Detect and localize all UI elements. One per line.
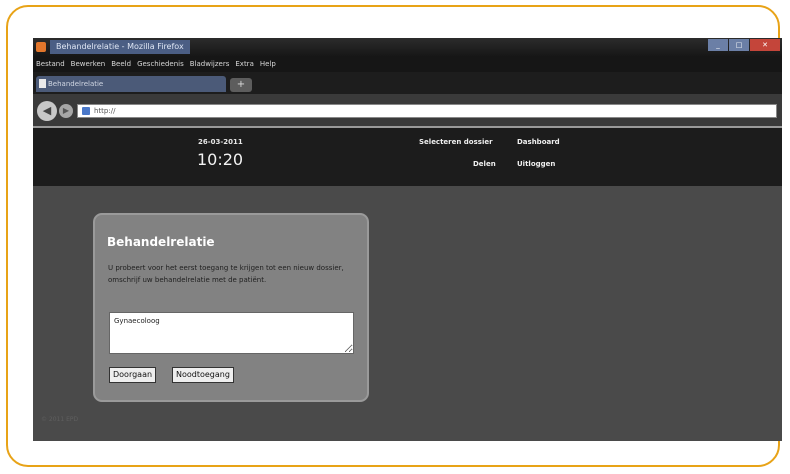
window-controls: _ □ ✕ [708, 39, 780, 51]
menu-help[interactable]: Help [260, 56, 276, 72]
menu-bestand[interactable]: Bestand [36, 56, 65, 72]
back-button[interactable]: ◀ [37, 101, 57, 121]
tab-label: Behandelrelatie [48, 80, 104, 88]
window-title: Behandelrelatie - Mozilla Firefox [50, 40, 190, 54]
relationship-input[interactable]: Gynaecoloog [109, 312, 354, 354]
minimize-button[interactable]: _ [708, 39, 728, 51]
menu-bar: Bestand Bewerken Beeld Geschiedenis Blad… [33, 56, 782, 72]
new-tab-button[interactable]: + [230, 78, 252, 92]
app-header: 26-03-2011 10:20 Selecteren dossier Dash… [33, 128, 782, 186]
menu-bewerken[interactable]: Bewerken [71, 56, 106, 72]
footer-text: © 2011 EPD [41, 416, 79, 423]
tab-behandelrelatie[interactable]: Behandelrelatie [36, 76, 226, 92]
select-file-link[interactable]: Selecteren dossier [419, 138, 493, 146]
maximize-button[interactable]: □ [729, 39, 749, 51]
continue-button[interactable]: Doorgaan [109, 367, 157, 383]
menu-extra[interactable]: Extra [235, 56, 253, 72]
navigation-bar: ◀ ▶ http:// [33, 94, 782, 128]
tab-bar: Behandelrelatie + [33, 72, 782, 94]
emergency-access-button[interactable]: Noodtoegang [172, 367, 234, 383]
address-bar[interactable]: http:// [77, 104, 777, 118]
logout-link[interactable]: Uitloggen [517, 160, 555, 168]
firefox-icon [36, 42, 46, 52]
header-time: 10:20 [197, 150, 244, 169]
menu-geschiedenis[interactable]: Geschiedenis [137, 56, 184, 72]
dialog-title: Behandelrelatie [107, 235, 215, 249]
menu-beeld[interactable]: Beeld [111, 56, 131, 72]
forward-button[interactable]: ▶ [59, 104, 73, 118]
address-text: http:// [94, 107, 116, 115]
close-button[interactable]: ✕ [750, 39, 780, 51]
menu-bladwijzers[interactable]: Bladwijzers [190, 56, 230, 72]
relationship-dialog: Behandelrelatie U probeert voor het eers… [93, 213, 369, 402]
dashboard-link[interactable]: Dashboard [517, 138, 560, 146]
page-icon [39, 79, 46, 88]
delete-link[interactable]: Delen [473, 160, 496, 168]
dialog-message: U probeert voor het eerst toegang te kri… [108, 264, 344, 284]
title-bar: Behandelrelatie - Mozilla Firefox _ □ ✕ [33, 38, 782, 56]
site-icon [82, 107, 90, 115]
header-date: 26-03-2011 [198, 138, 243, 146]
browser-window: Behandelrelatie - Mozilla Firefox _ □ ✕ … [33, 38, 782, 441]
